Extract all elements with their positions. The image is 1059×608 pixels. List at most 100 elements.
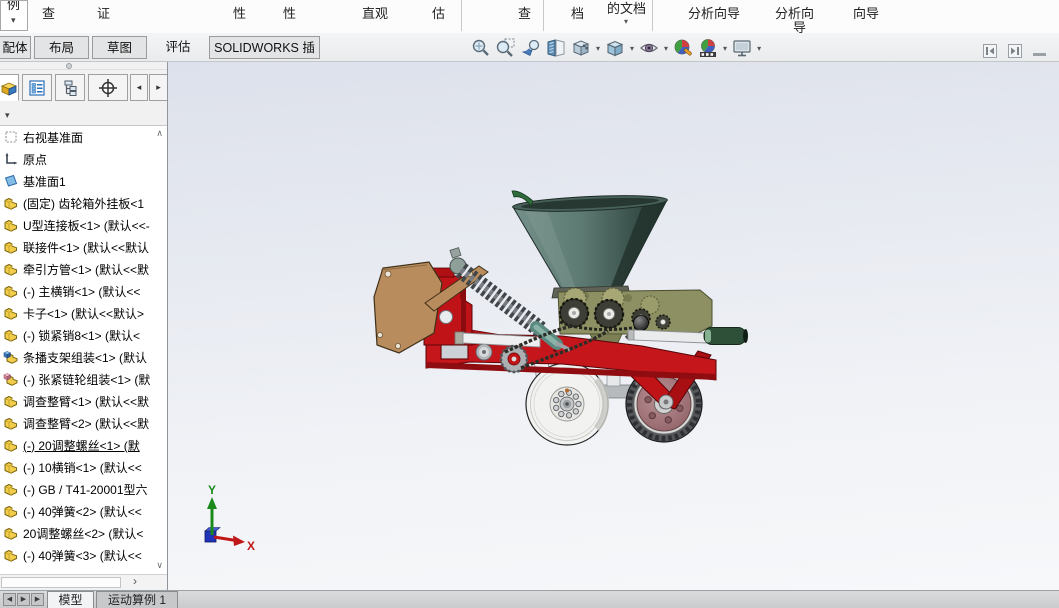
model-canvas[interactable]: Y X bbox=[168, 62, 1059, 590]
ribbon-overflow-button[interactable]: 例 ▾ bbox=[0, 0, 28, 31]
chevron-down-icon[interactable]: ▾ bbox=[623, 17, 629, 26]
part-icon bbox=[3, 503, 20, 519]
zoom-to-fit-button[interactable] bbox=[470, 37, 492, 59]
tree-item[interactable]: (-) 张紧链轮组装<1> (默 bbox=[0, 368, 152, 390]
tree-scroll-up[interactable]: ∧ bbox=[156, 128, 163, 139]
minimize-icon[interactable] bbox=[1033, 53, 1046, 56]
chevron-down-icon[interactable]: ▾ bbox=[756, 44, 762, 53]
tree-scroll-down[interactable]: ∨ bbox=[156, 560, 163, 571]
propertymanager-icon bbox=[29, 79, 45, 96]
part-icon bbox=[3, 393, 20, 409]
collapse-pane-left-button[interactable] bbox=[983, 44, 997, 58]
tab-layout[interactable]: 布局 bbox=[34, 36, 89, 59]
tab-configurationmanager[interactable] bbox=[55, 74, 85, 101]
ribbon-caption-fragment[interactable]: 查 bbox=[42, 3, 55, 22]
ribbon-caption-fragment[interactable]: 证 bbox=[97, 3, 110, 22]
ribbon-caption-fragment[interactable]: 向导 bbox=[853, 3, 879, 22]
display-style-button[interactable] bbox=[604, 37, 626, 59]
sprocket bbox=[593, 298, 625, 330]
chevron-down-icon[interactable]: ▾ bbox=[663, 44, 669, 53]
chevron-down-icon[interactable]: ▾ bbox=[722, 44, 728, 53]
section-view-button[interactable] bbox=[545, 37, 567, 59]
part-icon bbox=[3, 547, 20, 563]
ball-knob bbox=[633, 315, 649, 331]
tab-featuremanager-tree[interactable] bbox=[0, 74, 19, 101]
tree-item[interactable]: (-) 主横销<1> (默认<< bbox=[0, 280, 152, 302]
ribbon-caption-fragment[interactable]: 分析向导 bbox=[688, 3, 740, 22]
heads-up-view-toolbar: ▾ ▾ ▾ ▾ ▾ bbox=[470, 35, 762, 61]
tree-item[interactable]: 原点 bbox=[0, 148, 152, 170]
edit-appearance-button[interactable] bbox=[672, 37, 694, 59]
ribbon-caption-fragment[interactable]: 查 bbox=[518, 3, 531, 22]
graphics-viewport[interactable]: Y X bbox=[168, 62, 1059, 590]
panel-tab-scroll-right[interactable]: ▸ bbox=[149, 74, 167, 101]
tree-item[interactable]: 条播支架组装<1> (默认 bbox=[0, 346, 152, 368]
tree-item[interactable]: (-) 锁紧销8<1> (默认< bbox=[0, 324, 152, 346]
plane-icon bbox=[3, 173, 20, 189]
tree-item[interactable]: 基准面1 bbox=[0, 170, 152, 192]
part-icon bbox=[3, 239, 20, 255]
view-orientation-button[interactable] bbox=[570, 37, 592, 59]
tab-motion-study[interactable]: 运动算例 1 bbox=[96, 591, 178, 608]
ribbon-caption-fragment[interactable]: 性 bbox=[233, 3, 246, 22]
tree-item[interactable]: (-) GB / T41-20001型六 bbox=[0, 478, 152, 500]
part-icon bbox=[3, 217, 20, 233]
tree-item[interactable]: (固定) 齿轮箱外挂板<1 bbox=[0, 192, 152, 214]
hopper[interactable] bbox=[511, 190, 668, 299]
ribbon-caption-fragment[interactable]: 的文档 bbox=[607, 0, 646, 17]
part-icon bbox=[3, 481, 20, 497]
part-icon bbox=[3, 415, 20, 431]
ribbon-caption-fragment[interactable]: 估 bbox=[432, 3, 445, 22]
scrollbar-thumb[interactable] bbox=[1, 577, 121, 588]
panel-splitter-handle[interactable] bbox=[0, 62, 167, 70]
tab-nav-next-button[interactable]: ▶ bbox=[31, 593, 44, 606]
tree-item[interactable]: (-) 40弹簧<3> (默认<< bbox=[0, 544, 152, 566]
ribbon-caption-fragment[interactable]: 性 bbox=[283, 3, 296, 22]
tree-item[interactable]: 20调整螺丝<2> (默认< bbox=[0, 522, 152, 544]
tree-item[interactable]: 联接件<1> (默认<<默认 bbox=[0, 236, 152, 258]
tab-assembly[interactable]: 配体 bbox=[0, 36, 31, 59]
ribbon-group-divider bbox=[543, 0, 544, 31]
tree-item[interactable]: 牵引方管<1> (默认<<默 bbox=[0, 258, 152, 280]
tree-item[interactable]: (-) 20调整螺丝<1> (默 bbox=[0, 434, 152, 456]
tab-propertymanager[interactable] bbox=[22, 74, 52, 101]
previous-view-button[interactable] bbox=[520, 37, 542, 59]
tab-model[interactable]: 模型 bbox=[47, 591, 94, 608]
panel-tab-bar: ◂ ▸ bbox=[0, 70, 167, 104]
panel-tab-scroll-left[interactable]: ◂ bbox=[130, 74, 148, 101]
ribbon-caption-fragment[interactable]: 直观 bbox=[362, 3, 388, 22]
tab-nav-prev-button[interactable]: ▶ bbox=[17, 593, 30, 606]
part-icon bbox=[3, 459, 20, 475]
tree-item[interactable]: 右视基准面 bbox=[0, 126, 152, 148]
ribbon-caption-fragment[interactable]: 导 bbox=[793, 17, 806, 33]
press-wheel[interactable] bbox=[525, 362, 610, 446]
scroll-right-arrow[interactable]: › bbox=[128, 575, 142, 589]
tree-item[interactable]: (-) 10横销<1> (默认<< bbox=[0, 456, 152, 478]
tree-horizontal-scrollbar[interactable]: › bbox=[0, 574, 167, 589]
collapse-pane-right-button[interactable] bbox=[1008, 44, 1022, 58]
ribbon-caption-fragment[interactable]: 档 bbox=[571, 3, 584, 22]
tree-item[interactable]: 卡子<1> (默认<<默认> bbox=[0, 302, 152, 324]
tree-item[interactable]: (-) 40弹簧<2> (默认<< bbox=[0, 500, 152, 522]
chevron-down-icon[interactable]: ▾ bbox=[629, 44, 635, 53]
chevron-down-icon[interactable]: ▾ bbox=[595, 44, 601, 53]
hide-show-items-button[interactable] bbox=[638, 37, 660, 59]
status-tab-bar: ◀ ▶ ▶ 模型 运动算例 1 bbox=[0, 590, 1059, 608]
sprocket bbox=[558, 297, 590, 329]
tab-sketch[interactable]: 草图 bbox=[92, 36, 147, 59]
chevron-down-icon[interactable]: ▾ bbox=[4, 110, 11, 121]
tree-item[interactable]: 调查整臂<2> (默认<<默 bbox=[0, 412, 152, 434]
view-settings-button[interactable] bbox=[731, 37, 753, 59]
tree-root-row[interactable]: ▾ bbox=[0, 104, 167, 126]
zoom-to-area-button[interactable] bbox=[495, 37, 517, 59]
tab-solidworks-addins[interactable]: SOLIDWORKS 插件 bbox=[209, 36, 320, 77]
origin-icon bbox=[3, 151, 20, 167]
tab-dimxpertmanager[interactable] bbox=[88, 74, 128, 101]
plane-icon bbox=[3, 129, 20, 145]
tab-evaluate[interactable]: 评估 bbox=[150, 36, 206, 59]
seeder-assembly-model[interactable] bbox=[373, 190, 748, 446]
tree-item[interactable]: U型连接板<1> (默认<<- bbox=[0, 214, 152, 236]
tree-item[interactable]: 调查整臂<1> (默认<<默 bbox=[0, 390, 152, 412]
tab-nav-first-button[interactable]: ◀ bbox=[3, 593, 16, 606]
apply-scene-button[interactable] bbox=[697, 37, 719, 59]
